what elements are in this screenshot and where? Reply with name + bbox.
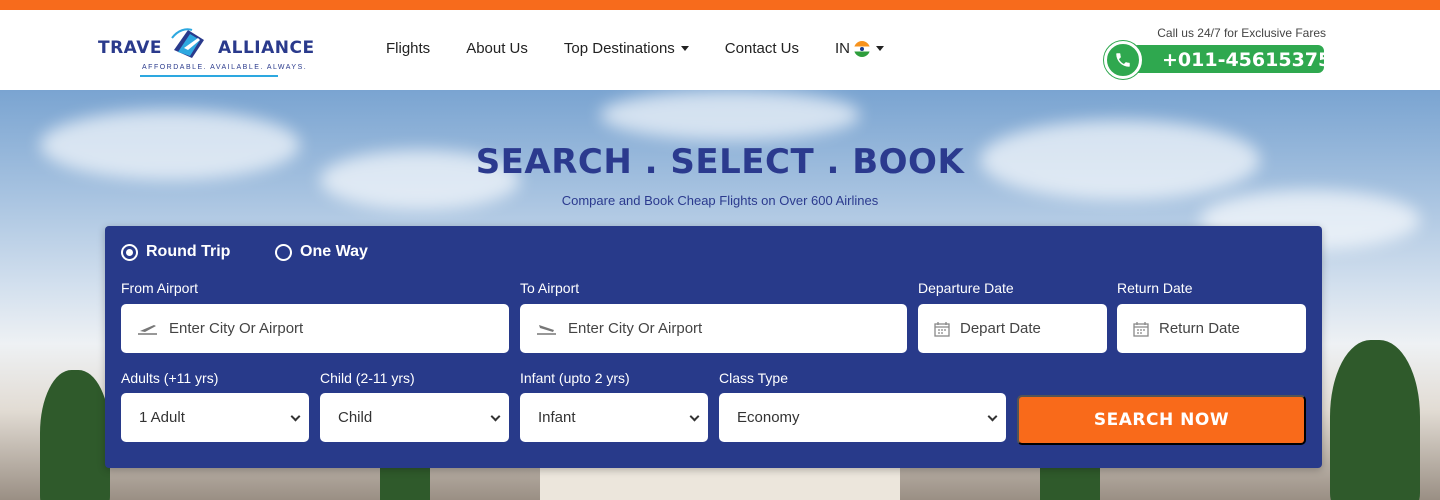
chevron-down-icon: [290, 411, 301, 422]
chevron-down-icon: [490, 411, 501, 422]
round-trip-option[interactable]: Round Trip: [121, 243, 230, 261]
cloud: [600, 90, 860, 140]
passport-plane-icon: [170, 26, 210, 62]
to-airport-placeholder: Enter City Or Airport: [568, 320, 703, 337]
class-type-label: Class Type: [719, 370, 788, 386]
top-accent-bar: [0, 0, 1440, 10]
one-way-label: One Way: [300, 243, 368, 260]
one-way-option[interactable]: One Way: [275, 243, 368, 261]
nav-about-us[interactable]: About Us: [466, 40, 528, 57]
adults-select[interactable]: 1 Adult: [121, 393, 309, 442]
phone-number[interactable]: +011-45615375: [1162, 49, 1331, 71]
calendar-icon: [1133, 321, 1149, 337]
chevron-down-icon: [876, 46, 884, 51]
phone-pill: +011-45615375: [1132, 45, 1331, 73]
return-date-input[interactable]: Return Date: [1117, 304, 1306, 353]
brand-tagline: AFFORDABLE. AVAILABLE. ALWAYS.: [142, 64, 308, 71]
brand-underline: [140, 75, 278, 77]
country-selector[interactable]: IN: [835, 40, 884, 57]
from-airport-input[interactable]: Enter City Or Airport: [121, 304, 509, 353]
nav-about-label: About Us: [466, 40, 528, 57]
takeoff-icon: [137, 322, 159, 336]
radio-empty-icon[interactable]: [275, 243, 292, 261]
country-code: IN: [835, 40, 850, 57]
site-header: TRAVE ALLIANCE AFFORDABLE. AVAILABLE. AL…: [0, 10, 1440, 90]
brand-logo[interactable]: TRAVE ALLIANCE AFFORDABLE. AVAILABLE. AL…: [98, 24, 338, 84]
call-box[interactable]: Call us 24/7 for Exclusive Fares +011-45…: [1104, 26, 1331, 86]
calendar-icon: [934, 321, 950, 337]
infant-value: Infant: [538, 409, 576, 426]
nav-destinations-label: Top Destinations: [563, 40, 675, 57]
radio-selected-icon[interactable]: [121, 243, 138, 261]
from-airport-placeholder: Enter City Or Airport: [169, 320, 304, 337]
india-flag-icon: [854, 40, 870, 57]
landing-icon: [536, 322, 558, 336]
return-date-placeholder: Return Date: [1159, 320, 1240, 337]
to-airport-input[interactable]: Enter City Or Airport: [520, 304, 907, 353]
class-type-value: Economy: [737, 409, 800, 426]
departure-date-label: Departure Date: [918, 280, 1014, 296]
to-airport-label: To Airport: [520, 280, 580, 296]
return-date-label: Return Date: [1117, 280, 1193, 296]
round-trip-label: Round Trip: [146, 243, 231, 260]
nav-contact-us[interactable]: Contact Us: [725, 40, 799, 57]
nav-contact-label: Contact Us: [724, 40, 799, 57]
phone-icon: [1104, 41, 1142, 79]
chevron-down-icon: [689, 411, 700, 422]
adults-label: Adults (+11 yrs): [121, 370, 219, 386]
main-menu: Flights About Us Top Destinations Contac…: [386, 40, 920, 57]
nav-flights[interactable]: Flights: [386, 40, 430, 57]
hero-subtitle: Compare and Book Cheap Flights on Over 6…: [561, 193, 879, 208]
depart-date-placeholder: Depart Date: [960, 320, 1041, 337]
search-now-button[interactable]: SEARCH NOW: [1017, 395, 1306, 445]
adults-value: 1 Adult: [139, 409, 185, 426]
brand-name-left: TRAVE: [98, 38, 162, 58]
call-caption: Call us 24/7 for Exclusive Fares: [1157, 26, 1326, 40]
class-type-select[interactable]: Economy: [719, 393, 1006, 442]
chevron-down-icon: [987, 411, 998, 422]
tree: [40, 370, 110, 500]
nav-top-destinations[interactable]: Top Destinations: [564, 40, 689, 57]
child-label: Child (2-11 yrs): [320, 370, 415, 386]
infant-label: Infant (upto 2 yrs): [520, 370, 630, 386]
child-value: Child: [338, 409, 373, 426]
infant-select[interactable]: Infant: [520, 393, 708, 442]
flight-search-form: Round Trip One Way From Airport To Airpo…: [105, 226, 1322, 468]
hero-title: SEARCH . SELECT . BOOK: [475, 142, 965, 182]
from-airport-label: From Airport: [121, 280, 199, 296]
child-select[interactable]: Child: [320, 393, 509, 442]
nav-flights-label: Flights: [386, 40, 431, 57]
depart-date-input[interactable]: Depart Date: [918, 304, 1107, 353]
chevron-down-icon: [680, 46, 689, 51]
brand-name-right: ALLIANCE: [217, 38, 315, 58]
tree: [1330, 340, 1420, 500]
